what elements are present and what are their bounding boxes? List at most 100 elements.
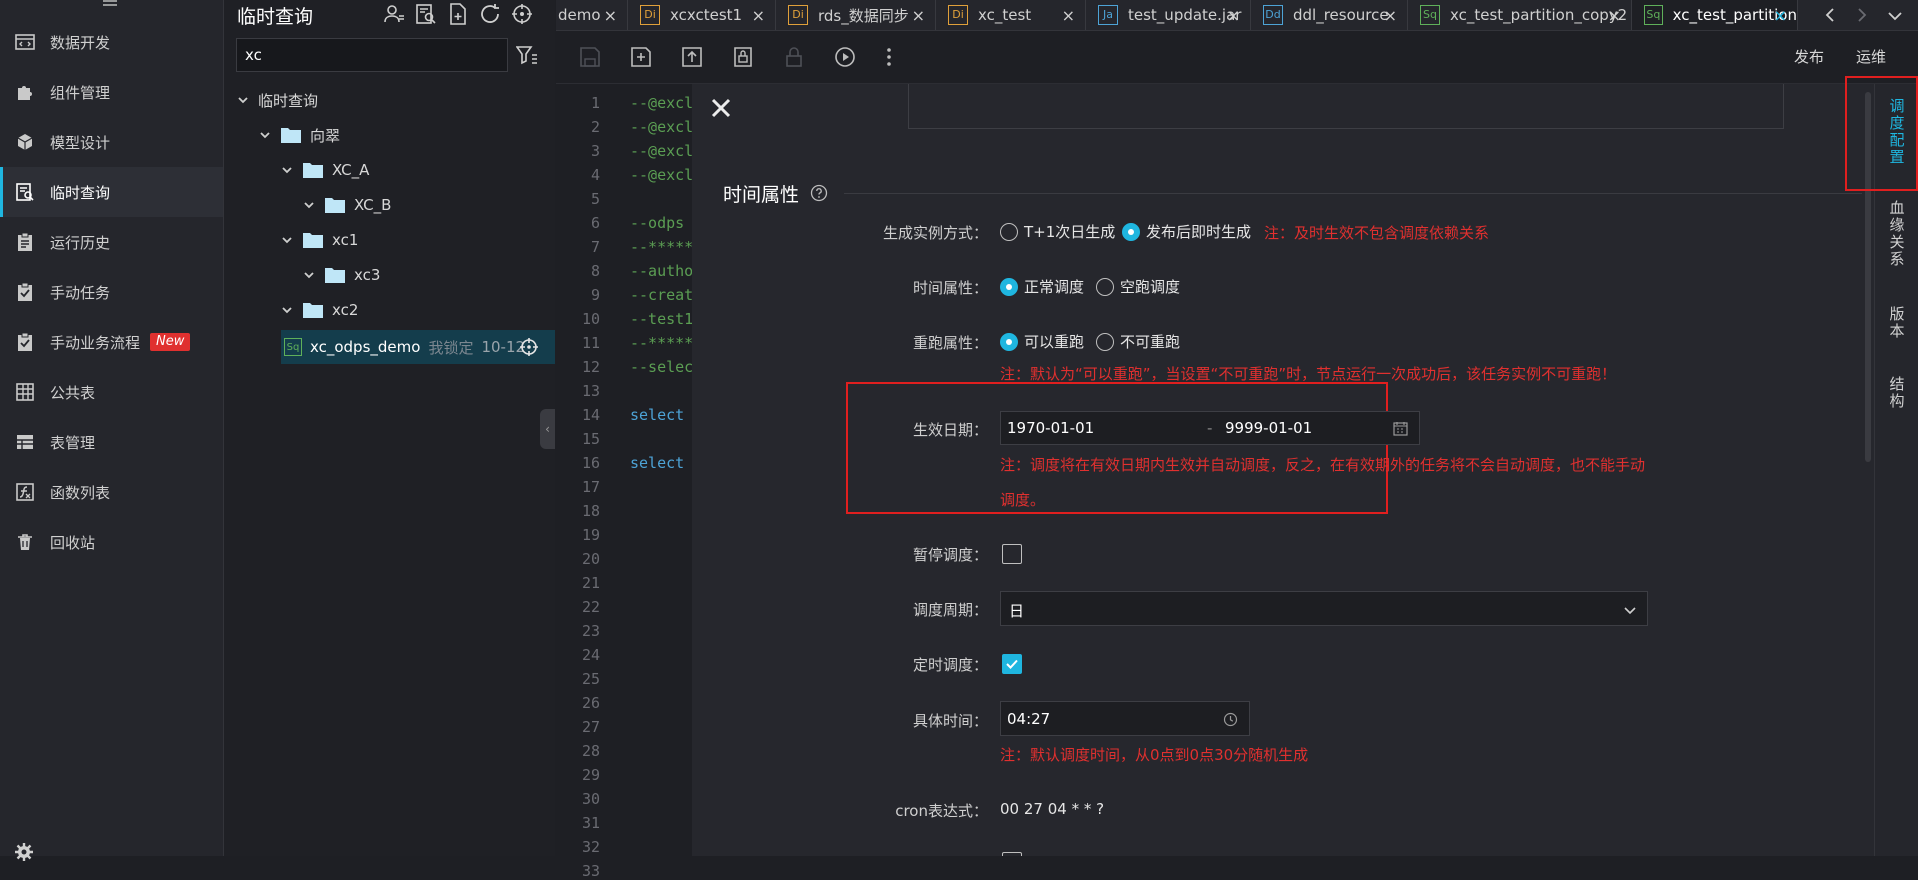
tree-node-folder[interactable]: 向翠 — [258, 118, 340, 152]
end-date-value[interactable]: 9999-01-01 — [1225, 419, 1312, 437]
gear-icon[interactable] — [14, 842, 34, 862]
tree-node-folder[interactable]: xc2 — [280, 293, 358, 327]
locate-icon[interactable] — [519, 337, 539, 357]
tree-node-folder[interactable]: xc3 — [302, 258, 380, 292]
nav-item-data-dev[interactable]: 数据开发 — [0, 17, 223, 67]
tab-partition[interactable]: Sq xc_test_partition × — [1632, 0, 1798, 30]
locate-icon[interactable] — [510, 2, 534, 26]
ops-button[interactable]: 运维 — [1856, 46, 1886, 67]
chevron-down-icon[interactable] — [280, 303, 294, 317]
radio-normal-schedule[interactable]: 正常调度 — [1000, 276, 1084, 297]
chevron-down-icon[interactable] — [280, 163, 294, 177]
right-tab-1[interactable]: 血缘关系 — [1875, 200, 1918, 268]
code-editor[interactable]: --@excl --@excl --@excl --@excl --odps --***… — [610, 84, 692, 856]
nav-item-run-history[interactable]: 运行历史 — [0, 217, 223, 267]
code-line[interactable]: select — [630, 406, 684, 424]
radio-circle[interactable] — [1096, 332, 1114, 351]
lock-icon[interactable] — [782, 45, 806, 69]
more-icon[interactable] — [877, 45, 901, 69]
start-date-value[interactable]: 1970-01-01 — [1007, 419, 1094, 437]
radio-circle-selected[interactable] — [1000, 277, 1018, 296]
nav-item-model-design[interactable]: 模型设计 — [0, 117, 223, 167]
code-line[interactable]: --@excl — [630, 118, 692, 136]
cycle-select[interactable]: 日 — [1000, 591, 1648, 626]
chevron-down-icon[interactable] — [236, 93, 250, 107]
radio-circle-selected[interactable] — [1000, 332, 1018, 351]
submit-icon[interactable] — [680, 45, 704, 69]
next-checkbox[interactable] — [1002, 852, 1022, 856]
code-line[interactable]: --@excl — [630, 94, 692, 112]
radio-t1-next-day[interactable]: T+1次日生成 — [1000, 221, 1115, 242]
tab-test-update-jar[interactable]: Ja test_update.jar × — [1086, 0, 1251, 30]
tab-xcxctest1[interactable]: Di xcxctest1 × — [628, 0, 776, 30]
code-line[interactable]: --***** — [630, 238, 692, 256]
close-icon[interactable]: × — [1384, 6, 1397, 25]
nav-item-recycle-bin[interactable]: 回收站 — [0, 517, 223, 567]
nav-item-temp-query[interactable]: 临时查询 — [0, 167, 223, 217]
close-icon[interactable] — [705, 92, 737, 124]
user-filter-icon[interactable] — [382, 2, 406, 26]
radio-publish-immediate[interactable]: 发布后即时生成 — [1122, 221, 1251, 242]
refresh-icon[interactable] — [478, 2, 502, 26]
chevron-down-icon[interactable] — [302, 268, 316, 282]
tab-xc-test[interactable]: Di xc_test × — [936, 0, 1086, 30]
close-icon[interactable]: × — [604, 6, 617, 25]
code-line[interactable]: --***** — [630, 334, 692, 352]
chevron-down-icon[interactable] — [280, 233, 294, 247]
code-line[interactable]: --odps — [630, 214, 692, 232]
chevron-down-icon[interactable] — [1623, 603, 1637, 617]
nav-item-functions[interactable]: 函数列表 — [0, 467, 223, 517]
chevron-down-icon[interactable] — [1886, 6, 1904, 24]
close-icon[interactable]: × — [1608, 6, 1621, 25]
menu-icon[interactable] — [103, 0, 117, 10]
collapse-panel-handle[interactable]: ‹ — [540, 409, 555, 449]
close-icon[interactable]: × — [752, 6, 765, 25]
panel-scrollbar[interactable] — [1862, 84, 1874, 856]
nav-item-public-table[interactable]: 公共表 — [0, 367, 223, 417]
search-input[interactable] — [237, 39, 503, 71]
tree-node-folder[interactable]: XC_A — [280, 153, 369, 187]
radio-circle-selected[interactable] — [1122, 222, 1140, 241]
code-line[interactable]: --selec — [630, 358, 692, 376]
tree-node-selected-file[interactable]: Sq xc_odps_demo 我锁定 10-12 — [281, 330, 555, 364]
time-picker[interactable]: 04:27 — [1000, 701, 1250, 736]
filter-icon[interactable] — [516, 45, 538, 65]
search-box[interactable] — [236, 38, 508, 72]
calendar-icon[interactable] — [1393, 421, 1408, 436]
radio-circle[interactable] — [1096, 277, 1114, 296]
save-icon[interactable] — [578, 45, 602, 69]
new-file-icon[interactable] — [446, 2, 470, 26]
code-line[interactable]: --creat — [630, 286, 692, 304]
nav-item-manual-flow[interactable]: 手动业务流程 New — [0, 317, 223, 367]
clock-icon[interactable] — [1223, 712, 1238, 727]
code-line[interactable]: --@excl — [630, 142, 692, 160]
code-line[interactable]: --autho — [630, 262, 692, 280]
tab-rds-sync[interactable]: Di rds_数据同步 × — [776, 0, 936, 30]
chevron-left-icon[interactable] — [1822, 6, 1840, 24]
tab-ddl-resource[interactable]: Dd ddl_resource × — [1251, 0, 1408, 30]
tree-node-root[interactable]: 临时查询 — [236, 83, 318, 117]
code-line[interactable]: --test1 — [630, 310, 692, 328]
close-icon[interactable]: × — [1774, 6, 1787, 25]
publish-button[interactable]: 发布 — [1794, 46, 1824, 67]
help-icon[interactable] — [810, 184, 828, 202]
tree-node-folder[interactable]: XC_B — [302, 188, 391, 222]
tab-demo[interactable]: demo × — [556, 0, 628, 30]
close-icon[interactable]: × — [1062, 6, 1075, 25]
steal-lock-icon[interactable] — [731, 45, 755, 69]
close-icon[interactable]: × — [1227, 6, 1240, 25]
radio-can-rerun[interactable]: 可以重跑 — [1000, 331, 1084, 352]
chevron-down-icon[interactable] — [258, 128, 272, 142]
tab-partition-copy2[interactable]: Sq xc_test_partition_copy2 × — [1408, 0, 1632, 30]
right-tab-2[interactable]: 版本 — [1875, 306, 1918, 340]
nav-item-table-manage[interactable]: 表管理 — [0, 417, 223, 467]
nav-item-manual-task[interactable]: 手动任务 — [0, 267, 223, 317]
timed-schedule-checkbox[interactable] — [1002, 654, 1022, 674]
run-icon[interactable] — [833, 45, 857, 69]
radio-circle[interactable] — [1000, 222, 1018, 241]
chevron-down-icon[interactable] — [302, 198, 316, 212]
nav-item-components[interactable]: 组件管理 — [0, 67, 223, 117]
search-doc-icon[interactable] — [414, 2, 438, 26]
chevron-right-icon[interactable] — [1852, 6, 1870, 24]
radio-cannot-rerun[interactable]: 不可重跑 — [1096, 331, 1180, 352]
